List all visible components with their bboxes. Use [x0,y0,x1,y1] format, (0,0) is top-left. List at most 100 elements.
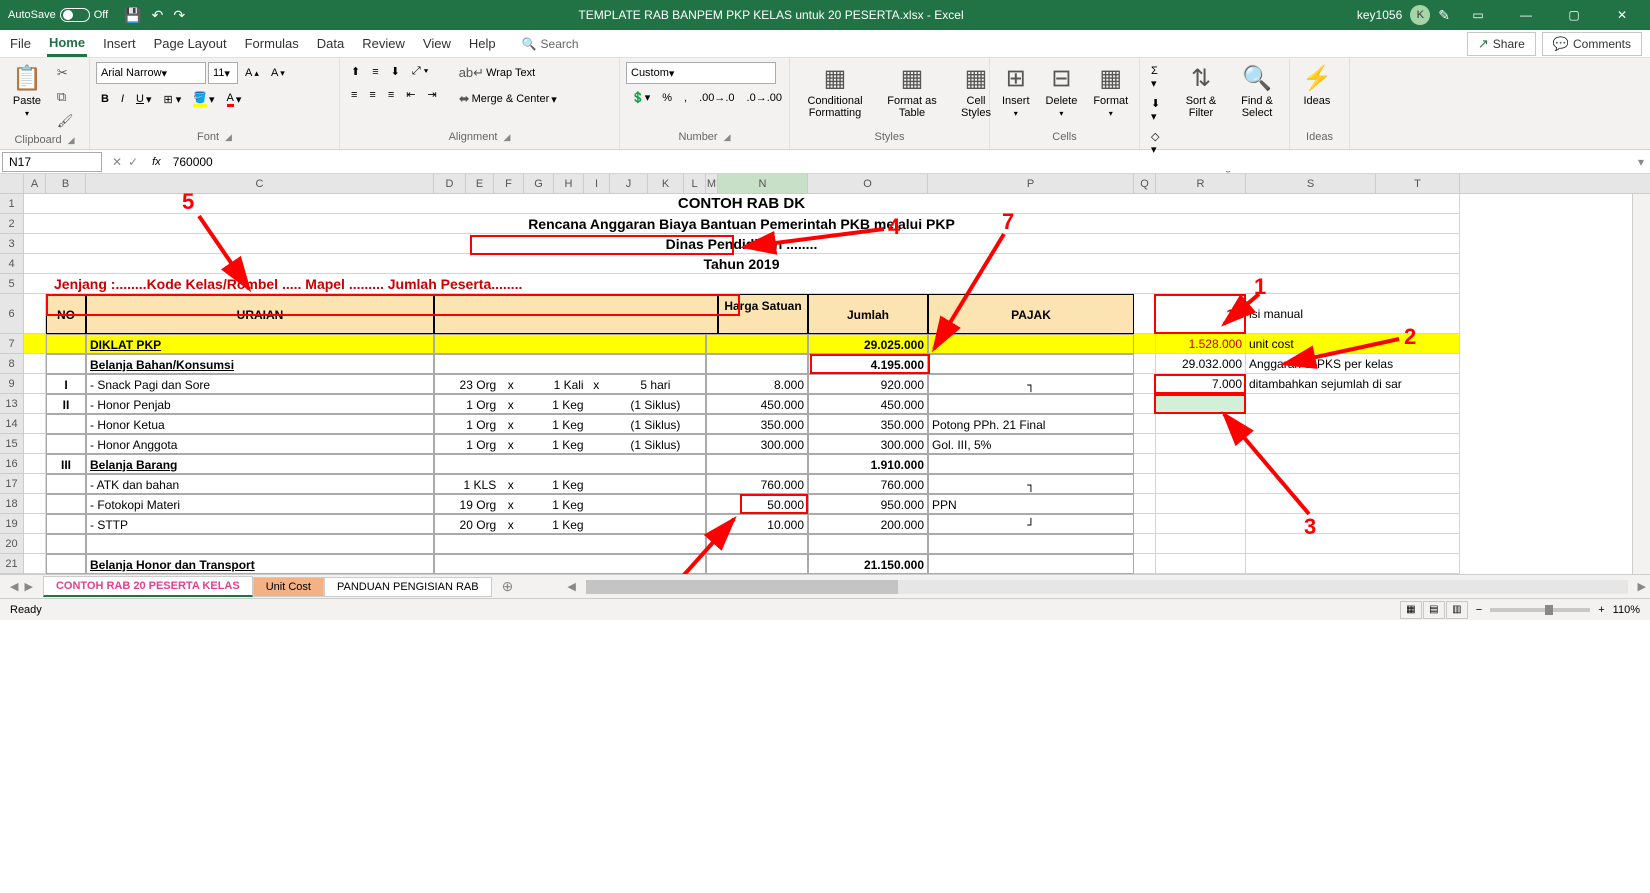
increase-font[interactable]: A▴ [240,64,264,82]
row-header-16[interactable]: 16 [0,454,24,474]
accept-formula[interactable]: ✓ [128,155,138,169]
insert-cells[interactable]: ⊞Insert▾ [996,62,1036,120]
font-color-button[interactable]: A ▾ [222,89,247,110]
paste-button[interactable]: 📋Paste▾ [6,62,48,120]
clipboard-launcher[interactable]: ◢ [68,135,75,146]
format-as-table[interactable]: ▦Format as Table [878,62,946,121]
font-name-combo[interactable]: Arial Narrow ▾ [96,62,206,84]
col-header-M[interactable]: M [706,174,718,193]
ribbon-options-icon[interactable]: ▭ [1458,0,1498,30]
search-box[interactable]: 🔍 Search [522,37,579,51]
row-header-8[interactable]: 8 [0,354,24,374]
accounting-format[interactable]: 💲▾ [626,88,655,107]
col-header-E[interactable]: E [466,174,494,193]
hscroll-left[interactable]: ◀ [563,580,579,593]
share-button[interactable]: ↗Share [1467,32,1536,56]
select-all-corner[interactable] [0,174,24,193]
sheet-nav-next[interactable]: ▶ [24,580,32,593]
row-header-3[interactable]: 3 [0,234,24,254]
col-header-L[interactable]: L [684,174,706,193]
tab-view[interactable]: View [421,32,453,55]
save-icon[interactable]: 💾 [124,7,141,24]
conditional-formatting[interactable]: ▦Conditional Formatting [796,62,874,121]
col-header-S[interactable]: S [1246,174,1376,193]
col-header-O[interactable]: O [808,174,928,193]
name-box[interactable] [2,152,102,172]
increase-indent[interactable]: ⇥ [422,85,441,104]
sheet-nav-prev[interactable]: ◀ [10,580,18,593]
user-avatar[interactable]: K [1410,5,1430,25]
align-right[interactable]: ≡ [383,86,399,104]
alignment-launcher[interactable]: ◢ [504,132,511,143]
col-header-Q[interactable]: Q [1134,174,1156,193]
fill-button[interactable]: ⬇ ▾ [1146,94,1171,126]
row-header-15[interactable]: 15 [0,434,24,454]
col-header-H[interactable]: H [554,174,584,193]
col-header-D[interactable]: D [434,174,466,193]
tab-data[interactable]: Data [315,32,346,55]
col-header-K[interactable]: K [648,174,684,193]
tab-home[interactable]: Home [47,31,87,57]
undo-icon[interactable]: ↶ [152,7,164,24]
minimize-btn[interactable]: — [1506,0,1546,30]
sort-filter[interactable]: ⇅Sort & Filter [1175,62,1227,121]
col-header-B[interactable]: B [46,174,86,193]
font-size-combo[interactable]: 11 ▾ [208,62,238,84]
row-header-2[interactable]: 2 [0,214,24,234]
align-top[interactable]: ⬆ [346,62,365,81]
font-launcher[interactable]: ◢ [225,132,232,143]
col-header-R[interactable]: R [1156,174,1246,193]
tab-file[interactable]: File [8,32,33,55]
cancel-formula[interactable]: ✕ [112,155,122,169]
format-painter[interactable]: 🖌 [52,110,79,132]
row-header-5[interactable]: 5 [0,274,24,294]
copy-button[interactable]: ⧉ [52,86,79,108]
new-sheet-button[interactable]: ⊕ [492,578,524,595]
fx-icon[interactable]: fx [146,156,167,168]
zoom-slider[interactable] [1490,608,1590,612]
delete-cells[interactable]: ⊟Delete▾ [1040,62,1084,120]
autosave-toggle[interactable]: AutoSave Off [8,8,108,22]
user-name[interactable]: key1056 [1357,8,1402,22]
hscroll-right[interactable]: ▶ [1634,580,1650,593]
italic-button[interactable]: I [116,90,129,108]
row-header-7[interactable]: 7 [0,334,24,354]
bold-button[interactable]: B [96,90,114,108]
tab-formulas[interactable]: Formulas [243,32,301,55]
horizontal-scrollbar[interactable] [586,580,1628,594]
col-header-F[interactable]: F [494,174,524,193]
cut-button[interactable]: ✂ [52,62,79,84]
align-left[interactable]: ≡ [346,86,362,104]
col-header-G[interactable]: G [524,174,554,193]
row-header-17[interactable]: 17 [0,474,24,494]
comments-button[interactable]: 💬Comments [1542,32,1642,56]
view-normal[interactable]: ▦ [1400,601,1422,619]
expand-formula-icon[interactable]: ▾ [1632,155,1650,169]
sheet-tab-0[interactable]: CONTOH RAB 20 PESERTA KELAS [43,576,253,597]
zoom-out[interactable]: − [1476,604,1482,616]
tab-review[interactable]: Review [360,32,407,55]
formula-input[interactable] [167,153,1632,171]
redo-icon[interactable]: ↷ [173,7,185,24]
row-header-14[interactable]: 14 [0,414,24,434]
underline-button[interactable]: U ▾ [131,90,156,109]
view-page-break[interactable]: ▥ [1446,601,1468,619]
number-launcher[interactable]: ◢ [724,132,731,143]
row-header-6[interactable]: 6 [0,294,24,334]
col-header-J[interactable]: J [610,174,648,193]
close-btn[interactable]: ✕ [1602,0,1642,30]
ideas-button[interactable]: ⚡Ideas [1296,62,1338,109]
increase-decimal[interactable]: .00→.0 [694,89,739,107]
wrap-text[interactable]: ab↵ Wrap Text [454,62,562,84]
zoom-in[interactable]: + [1598,604,1604,616]
find-select[interactable]: 🔍Find & Select [1231,62,1283,121]
number-format-combo[interactable]: Custom ▾ [626,62,776,84]
fill-color-button[interactable]: 🪣 ▾ [188,88,219,110]
vertical-scrollbar[interactable] [1632,194,1650,574]
borders-button[interactable]: ⊞ ▾ [159,90,187,109]
align-middle[interactable]: ≡ [367,63,383,81]
draw-icon[interactable]: ✎ [1438,7,1450,24]
sheet-tab-1[interactable]: Unit Cost [253,577,324,597]
row-header-19[interactable]: 19 [0,514,24,534]
view-page-layout[interactable]: ▤ [1423,601,1445,619]
